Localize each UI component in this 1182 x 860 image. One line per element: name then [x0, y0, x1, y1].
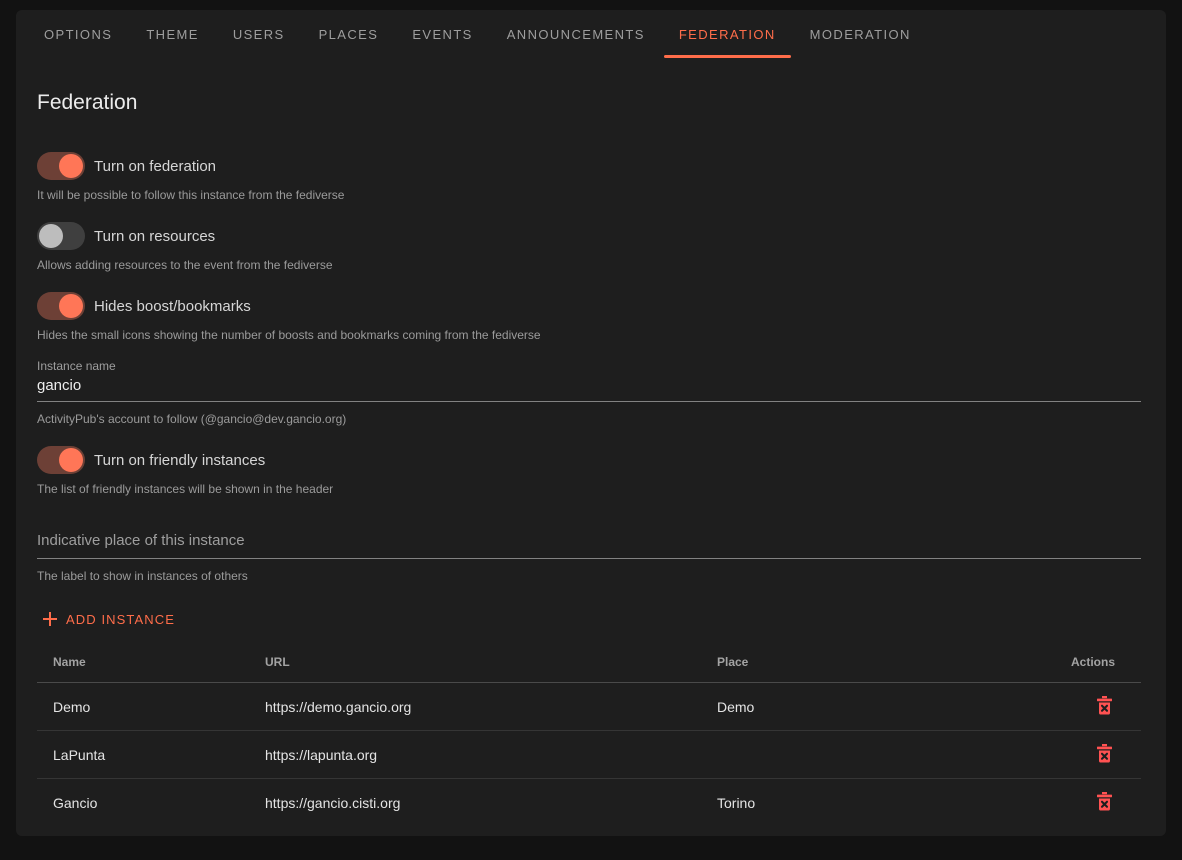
add-instance-button[interactable]: ADD INSTANCE	[37, 607, 179, 631]
instance-place-input[interactable]	[37, 532, 1141, 559]
hide-boosts-toggle[interactable]	[37, 292, 85, 320]
tab-federation[interactable]: FEDERATION	[662, 10, 793, 58]
delete-instance-button[interactable]	[1094, 790, 1115, 816]
column-header-place: Place	[701, 655, 1011, 669]
tab-theme[interactable]: THEME	[129, 10, 216, 58]
instance-place-field-block: The label to show in instances of others	[37, 532, 1141, 583]
column-header-url: URL	[249, 655, 701, 669]
instance-url-cell: https://lapunta.org	[249, 747, 701, 763]
table-row: Demo https://demo.gancio.org Demo	[37, 683, 1141, 731]
instance-url-cell: https://gancio.cisti.org	[249, 795, 701, 811]
tab-moderation[interactable]: MODERATION	[793, 10, 928, 58]
setting-friendly-instances: Turn on friendly instances The list of f…	[37, 446, 1141, 496]
resources-toggle-hint: Allows adding resources to the event fro…	[37, 258, 1141, 272]
instance-name-cell: Gancio	[37, 795, 249, 811]
federation-toggle[interactable]	[37, 152, 85, 180]
delete-instance-button[interactable]	[1094, 742, 1115, 768]
admin-panel-card: OPTIONS THEME USERS PLACES EVENTS ANNOUN…	[16, 10, 1166, 836]
admin-tab-bar: OPTIONS THEME USERS PLACES EVENTS ANNOUN…	[16, 10, 1166, 58]
tab-announcements[interactable]: ANNOUNCEMENTS	[490, 10, 662, 58]
add-instance-label: ADD INSTANCE	[66, 612, 175, 627]
tab-places[interactable]: PLACES	[302, 10, 396, 58]
friendly-instances-toggle-hint: The list of friendly instances will be s…	[37, 482, 1141, 496]
toggle-thumb	[59, 448, 83, 472]
friendly-instances-toggle-label: Turn on friendly instances	[94, 452, 265, 469]
tab-users[interactable]: USERS	[216, 10, 302, 58]
toggle-thumb	[59, 294, 83, 318]
trash-icon	[1096, 744, 1113, 766]
instance-place-hint: The label to show in instances of others	[37, 569, 1141, 583]
setting-federation: Turn on federation It will be possible t…	[37, 152, 1141, 202]
setting-resources: Turn on resources Allows adding resource…	[37, 222, 1141, 272]
resources-toggle-label: Turn on resources	[94, 228, 215, 245]
instance-name-field-block: Instance name ActivityPub's account to f…	[37, 359, 1141, 426]
column-header-name: Name	[37, 655, 249, 669]
instance-name-cell: Demo	[37, 699, 249, 715]
instance-name-hint: ActivityPub's account to follow (@gancio…	[37, 412, 1141, 426]
trash-icon	[1096, 696, 1113, 718]
federation-settings-panel: Federation Turn on federation It will be…	[16, 92, 1166, 827]
instance-place-cell: Torino	[701, 795, 1011, 811]
table-row: Gancio https://gancio.cisti.org Torino	[37, 779, 1141, 827]
instance-name-input[interactable]	[37, 377, 1141, 402]
table-row: LaPunta https://lapunta.org	[37, 731, 1141, 779]
toggle-thumb	[39, 224, 63, 248]
hide-boosts-toggle-label: Hides boost/bookmarks	[94, 298, 251, 315]
instance-url-cell: https://demo.gancio.org	[249, 699, 701, 715]
federation-toggle-hint: It will be possible to follow this insta…	[37, 188, 1141, 202]
table-header-row: Name URL Place Actions	[37, 641, 1141, 683]
instance-place-cell: Demo	[701, 699, 1011, 715]
friendly-instances-toggle[interactable]	[37, 446, 85, 474]
trash-icon	[1096, 792, 1113, 814]
setting-hide-boosts: Hides boost/bookmarks Hides the small ic…	[37, 292, 1141, 342]
federation-toggle-label: Turn on federation	[94, 158, 216, 175]
instance-name-label: Instance name	[37, 359, 1141, 373]
resources-toggle[interactable]	[37, 222, 85, 250]
tab-events[interactable]: EVENTS	[395, 10, 489, 58]
delete-instance-button[interactable]	[1094, 694, 1115, 720]
plus-icon	[41, 610, 59, 628]
friendly-instances-table: Name URL Place Actions Demo https://demo…	[37, 641, 1141, 827]
instance-name-cell: LaPunta	[37, 747, 249, 763]
column-header-actions: Actions	[1011, 655, 1141, 669]
tab-options[interactable]: OPTIONS	[27, 10, 129, 58]
page-title: Federation	[37, 92, 1141, 113]
toggle-thumb	[59, 154, 83, 178]
hide-boosts-toggle-hint: Hides the small icons showing the number…	[37, 328, 1141, 342]
